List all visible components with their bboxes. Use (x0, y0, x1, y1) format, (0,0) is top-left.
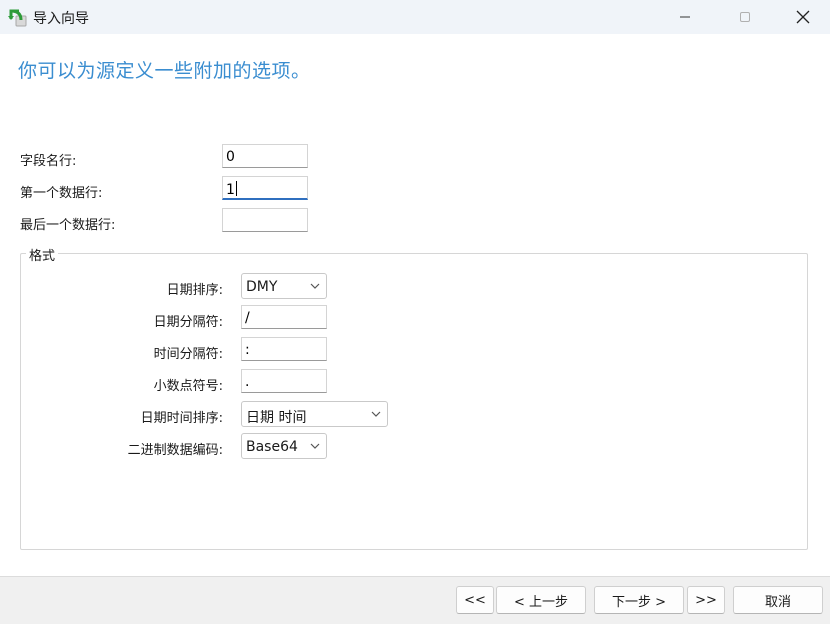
last-data-row-input[interactable] (222, 208, 308, 232)
decimal-symbol-label: 小数点符号: (153, 379, 223, 394)
date-order-select[interactable]: DMY (241, 273, 327, 299)
close-icon (796, 10, 810, 24)
minimize-icon (680, 16, 690, 18)
binary-encoding-value: Base64 (246, 439, 298, 455)
first-data-row-label: 第一个数据行: (20, 186, 103, 201)
date-order-value: DMY (246, 279, 278, 295)
chevron-down-icon (371, 411, 381, 417)
chevron-down-icon (310, 283, 320, 289)
datetime-order-value: 日期 时间 (246, 410, 307, 426)
datetime-order-label: 日期时间排序: (140, 411, 223, 426)
maximize-icon (740, 12, 750, 22)
date-delimiter-label: 日期分隔符: (153, 315, 223, 330)
last-data-row-label: 最后一个数据行: (20, 218, 116, 233)
binary-encoding-select[interactable]: Base64 (241, 433, 327, 459)
datetime-order-select[interactable]: 日期 时间 (241, 401, 388, 427)
chevron-down-icon (310, 443, 320, 449)
first-step-button[interactable]: << (456, 586, 494, 614)
cancel-button[interactable]: 取消 (733, 586, 823, 614)
decimal-symbol-value: . (245, 374, 250, 390)
page-heading: 你可以为源定义一些附加的选项。 (18, 60, 311, 82)
minimize-button[interactable] (662, 0, 708, 34)
text-caret (235, 181, 237, 196)
import-wizard-icon (8, 9, 27, 27)
field-name-row-value: 0 (226, 149, 235, 165)
date-delimiter-value: / (245, 310, 250, 326)
window-title: 导入向导 (33, 11, 89, 27)
field-name-row-label: 字段名行: (20, 154, 77, 169)
title-bar: 导入向导 (0, 0, 830, 34)
back-button[interactable]: < 上一步 (496, 586, 586, 614)
next-button[interactable]: 下一步 > (594, 586, 684, 614)
binary-encoding-label: 二进制数据编码: (127, 443, 223, 458)
first-data-row-input[interactable]: 1 (222, 176, 308, 200)
field-name-row-input[interactable]: 0 (222, 144, 308, 168)
first-data-row-value: 1 (226, 182, 235, 198)
decimal-symbol-input[interactable]: . (241, 369, 327, 393)
time-delimiter-input[interactable]: : (241, 337, 327, 361)
last-step-button[interactable]: >> (687, 586, 725, 614)
time-delimiter-label: 时间分隔符: (153, 347, 223, 362)
time-delimiter-value: : (245, 342, 250, 358)
format-group (20, 253, 808, 550)
date-delimiter-input[interactable]: / (241, 305, 327, 329)
maximize-button[interactable] (722, 0, 768, 34)
date-order-label: 日期排序: (166, 283, 223, 298)
format-group-title: 格式 (26, 245, 59, 264)
close-button[interactable] (780, 0, 826, 34)
